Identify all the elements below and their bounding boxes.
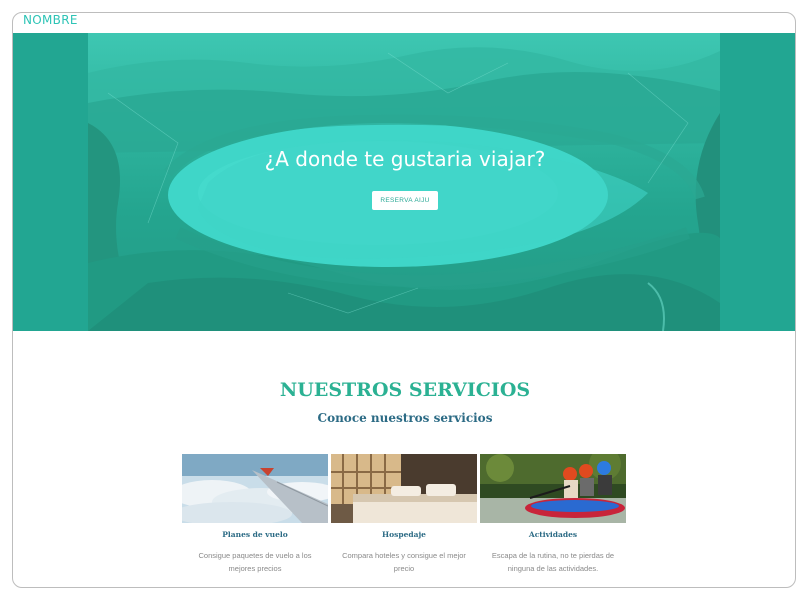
- services-title: NUESTROS SERVICIOS: [279, 379, 531, 401]
- reserve-button[interactable]: RESERVA AIJU: [372, 191, 438, 210]
- brand-logo[interactable]: NOMBRE: [23, 13, 78, 33]
- hero-title: ¿A donde te gustaria viajar?: [264, 147, 546, 171]
- service-card-lodging[interactable]: Hospedaje Compara hoteles y consigue el …: [331, 454, 477, 575]
- card-description: Consigue paquetes de vuelo a los mejores…: [198, 551, 312, 573]
- lagoon-photo: [88, 33, 720, 331]
- service-card-flights[interactable]: Planes de vuelo Consigue paquetes de vue…: [182, 454, 328, 575]
- service-card-activities[interactable]: Actividades Escapa de la rutina, no te p…: [480, 454, 626, 575]
- card-title[interactable]: Actividades: [480, 529, 626, 541]
- browser-frame: NOMBRE ¿A donde te gustaria viajar? RESE…: [12, 12, 796, 588]
- airplane-wing-image: [182, 454, 328, 523]
- card-title[interactable]: Hospedaje: [331, 529, 477, 541]
- card-title[interactable]: Planes de vuelo: [182, 529, 328, 541]
- services-subtitle: Conoce nuestros servicios: [317, 411, 493, 425]
- rafting-image: [480, 454, 626, 523]
- card-description: Escapa de la rutina, no te pierdas de ni…: [491, 551, 615, 573]
- card-description: Compara hoteles y consigue el mejor prec…: [342, 551, 466, 573]
- hotel-room-image: [331, 454, 477, 523]
- hero-banner: ¿A donde te gustaria viajar? RESERVA AIJ…: [13, 33, 795, 331]
